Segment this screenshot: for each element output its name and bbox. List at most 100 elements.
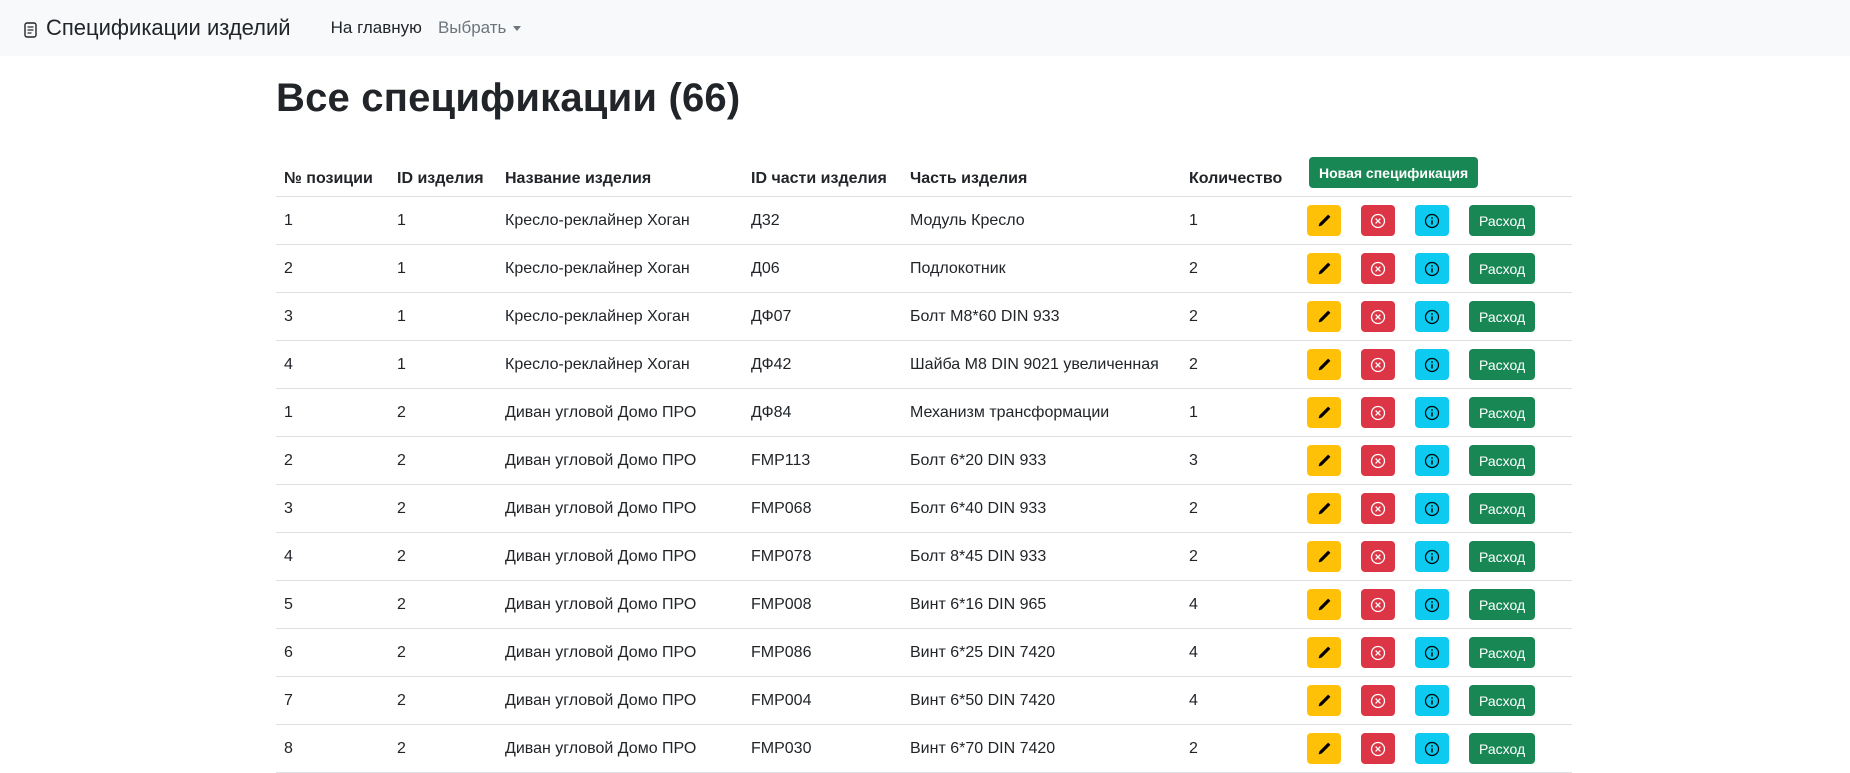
info-button[interactable] [1415, 253, 1449, 284]
cell-position: 6 [276, 628, 389, 677]
edit-button[interactable] [1307, 733, 1341, 764]
info-circle-icon [1424, 549, 1440, 565]
consume-button[interactable]: Расход [1469, 205, 1536, 236]
x-circle-icon [1370, 549, 1386, 565]
edit-button[interactable] [1307, 637, 1341, 668]
edit-button[interactable] [1307, 397, 1341, 428]
cell-position: 5 [276, 580, 389, 629]
header-product-id: ID изделия [389, 149, 497, 197]
pencil-icon [1316, 741, 1332, 757]
new-specification-button[interactable]: Новая спецификация [1309, 157, 1479, 188]
info-button[interactable] [1415, 733, 1449, 764]
consume-button[interactable]: Расход [1469, 733, 1536, 764]
edit-button[interactable] [1307, 541, 1341, 572]
delete-button[interactable] [1361, 349, 1395, 380]
delete-button[interactable] [1361, 397, 1395, 428]
cell-position: 2 [276, 244, 389, 293]
delete-button[interactable] [1361, 301, 1395, 332]
edit-button[interactable] [1307, 445, 1341, 476]
header-quantity: Количество [1181, 149, 1297, 197]
nav-select-label: Выбрать [437, 18, 507, 37]
pencil-icon [1316, 501, 1332, 517]
info-button[interactable] [1415, 301, 1449, 332]
table-row: 3 1 Кресло-реклайнер Хоган ДФ07 Болт М8*60 D… [276, 292, 1572, 341]
cell-product-id: 1 [389, 196, 497, 245]
consume-button[interactable]: Расход [1469, 301, 1536, 332]
consume-button[interactable]: Расход [1469, 589, 1536, 620]
x-circle-icon [1370, 693, 1386, 709]
cell-product-name: Кресло-реклайнер Хоган [497, 340, 743, 389]
delete-button[interactable] [1361, 493, 1395, 524]
cell-quantity: 1 [1181, 196, 1297, 245]
x-circle-icon [1370, 453, 1386, 469]
info-button[interactable] [1415, 205, 1449, 236]
edit-button[interactable] [1307, 493, 1341, 524]
edit-button[interactable] [1307, 205, 1341, 236]
cell-part: Винт 6*70 DIN 7420 [902, 724, 1181, 773]
delete-button[interactable] [1361, 685, 1395, 716]
delete-button[interactable] [1361, 589, 1395, 620]
cell-quantity: 2 [1181, 244, 1297, 293]
nav-select-dropdown[interactable]: Выбрать [437, 18, 522, 38]
edit-button[interactable] [1307, 349, 1341, 380]
consume-button[interactable]: Расход [1469, 541, 1536, 572]
cell-product-id: 2 [389, 676, 497, 725]
nav-home-link[interactable]: На главную [331, 18, 422, 38]
info-button[interactable] [1415, 637, 1449, 668]
cell-actions: Расход [1297, 580, 1572, 629]
x-circle-icon [1370, 645, 1386, 661]
cell-product-name: Кресло-реклайнер Хоган [497, 244, 743, 293]
pencil-icon [1316, 597, 1332, 613]
delete-button[interactable] [1361, 445, 1395, 476]
cell-quantity: 4 [1181, 628, 1297, 677]
cell-quantity: 4 [1181, 676, 1297, 725]
info-button[interactable] [1415, 397, 1449, 428]
info-button[interactable] [1415, 541, 1449, 572]
consume-button[interactable]: Расход [1469, 397, 1536, 428]
info-circle-icon [1424, 261, 1440, 277]
edit-button[interactable] [1307, 253, 1341, 284]
cell-part: Винт 6*50 DIN 7420 [902, 676, 1181, 725]
cell-product-id: 2 [389, 484, 497, 533]
info-button[interactable] [1415, 445, 1449, 476]
delete-button[interactable] [1361, 733, 1395, 764]
cell-quantity: 1 [1181, 388, 1297, 437]
pencil-icon [1316, 213, 1332, 229]
info-button[interactable] [1415, 685, 1449, 716]
info-button[interactable] [1415, 589, 1449, 620]
consume-button[interactable]: Расход [1469, 445, 1536, 476]
cell-product-name: Диван угловой Домо ПРО [497, 724, 743, 773]
brand-label: Спецификации изделий [46, 15, 291, 40]
consume-button[interactable]: Расход [1469, 685, 1536, 716]
consume-button[interactable]: Расход [1469, 637, 1536, 668]
pencil-icon [1316, 693, 1332, 709]
cell-part-id: FMP113 [743, 436, 902, 485]
delete-button[interactable] [1361, 637, 1395, 668]
cell-part: Механизм трансформации [902, 388, 1181, 437]
edit-button[interactable] [1307, 589, 1341, 620]
cell-part-id: ДФ84 [743, 388, 902, 437]
cell-product-name: Диван угловой Домо ПРО [497, 628, 743, 677]
cell-position: 7 [276, 676, 389, 725]
consume-button[interactable]: Расход [1469, 349, 1536, 380]
info-circle-icon [1424, 357, 1440, 373]
delete-button[interactable] [1361, 205, 1395, 236]
info-button[interactable] [1415, 349, 1449, 380]
info-circle-icon [1424, 597, 1440, 613]
cell-product-id: 2 [389, 532, 497, 581]
edit-button[interactable] [1307, 685, 1341, 716]
cell-position: 1 [276, 196, 389, 245]
edit-button[interactable] [1307, 301, 1341, 332]
cell-position: 2 [276, 436, 389, 485]
delete-button[interactable] [1361, 541, 1395, 572]
info-circle-icon [1424, 309, 1440, 325]
x-circle-icon [1370, 501, 1386, 517]
consume-button[interactable]: Расход [1469, 253, 1536, 284]
cell-product-id: 2 [389, 580, 497, 629]
x-circle-icon [1370, 741, 1386, 757]
info-button[interactable] [1415, 493, 1449, 524]
info-circle-icon [1424, 501, 1440, 517]
delete-button[interactable] [1361, 253, 1395, 284]
consume-button[interactable]: Расход [1469, 493, 1536, 524]
navbar-brand[interactable]: Спецификации изделий [22, 15, 291, 41]
